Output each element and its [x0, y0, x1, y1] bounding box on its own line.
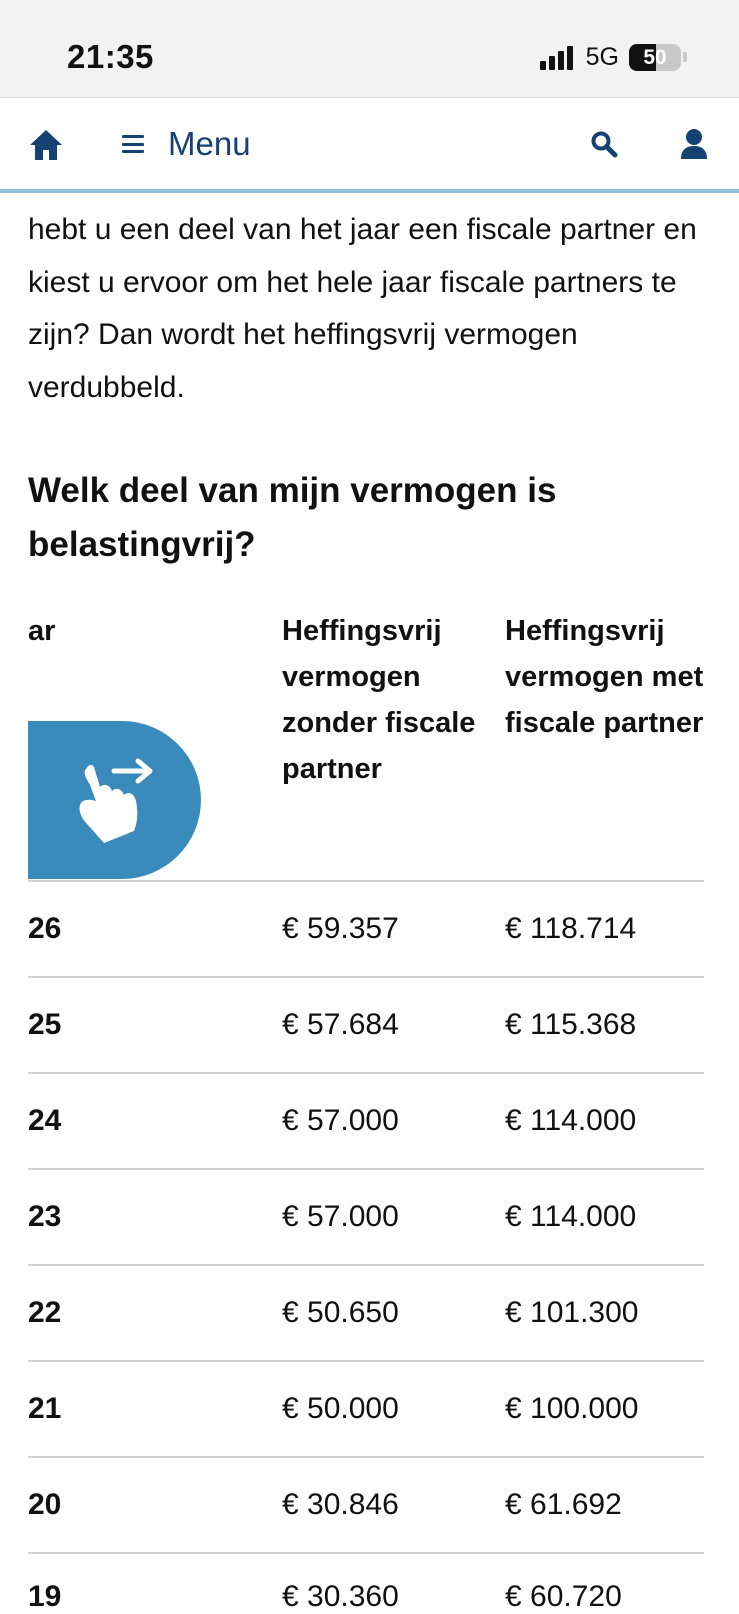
- column-header-without-partner: Heffingsvrij vermogen zonder fiscale par…: [282, 615, 476, 785]
- cell-without-partner: € 57.000: [282, 1200, 399, 1233]
- cell-without-partner: € 50.650: [282, 1296, 399, 1329]
- column-header-with-partner: Heffingsvrij vermogen met fiscale partne…: [505, 615, 704, 739]
- cell-year: 24: [28, 1104, 62, 1137]
- table-row: 21 € 50.000 € 100.000: [28, 1360, 704, 1456]
- cell-with-partner: € 60.720: [505, 1580, 622, 1613]
- intro-paragraph: hebt u een deel van het jaar een fiscale…: [28, 213, 697, 404]
- menu-button[interactable]: Menu: [122, 122, 251, 166]
- swipe-hand-icon: [79, 758, 153, 843]
- table-row: 19 € 30.360 € 60.720: [28, 1552, 704, 1613]
- table-row: 25 € 57.684 € 115.368: [28, 976, 704, 1072]
- search-icon[interactable]: [590, 130, 618, 158]
- network-type: 5G: [585, 42, 619, 71]
- cell-without-partner: € 30.846: [282, 1488, 399, 1521]
- home-icon[interactable]: [28, 128, 64, 162]
- user-icon[interactable]: [680, 128, 708, 160]
- cell-year: 20: [28, 1488, 62, 1521]
- menu-label: Menu: [168, 125, 251, 162]
- cell-year: 25: [28, 1008, 62, 1041]
- swipe-hint-button[interactable]: [28, 721, 201, 879]
- cell-with-partner: € 114.000: [505, 1104, 637, 1137]
- status-time: 21:35: [67, 38, 154, 75]
- signal-icon: [539, 44, 576, 70]
- allowance-table: 26 € 59.357 € 118.714 25 € 57.684 € 115.…: [28, 880, 704, 1552]
- cell-year: 23: [28, 1200, 62, 1233]
- cell-without-partner: € 59.357: [282, 912, 399, 945]
- table-row: 23 € 57.000 € 114.000: [28, 1168, 704, 1264]
- top-navigation: Menu: [0, 98, 739, 193]
- cell-year: 22: [28, 1296, 62, 1329]
- table-row: 26 € 59.357 € 118.714: [28, 880, 704, 976]
- cell-with-partner: € 114.000: [505, 1200, 637, 1233]
- cell-without-partner: € 30.360: [282, 1580, 399, 1613]
- cell-year: 26: [28, 912, 62, 945]
- status-indicators: 5G 50: [539, 40, 687, 74]
- cell-with-partner: € 101.300: [505, 1296, 639, 1329]
- cell-year: 21: [28, 1392, 62, 1425]
- cell-with-partner: € 118.714: [505, 912, 637, 945]
- battery-level: 50: [643, 45, 667, 69]
- cell-with-partner: € 100.000: [505, 1392, 639, 1425]
- cell-without-partner: € 57.684: [282, 1008, 399, 1041]
- cell-year: 19: [28, 1580, 62, 1613]
- menu-icon: [122, 135, 144, 153]
- cell-with-partner: € 115.368: [505, 1008, 637, 1041]
- table-row: 22 € 50.650 € 101.300: [28, 1264, 704, 1360]
- cell-with-partner: € 61.692: [505, 1488, 622, 1521]
- status-bar: 21:35 5G 50: [0, 0, 739, 98]
- column-header-year: ar: [28, 615, 56, 647]
- cell-without-partner: € 57.000: [282, 1104, 399, 1137]
- battery-icon: 50: [629, 43, 681, 71]
- cell-without-partner: € 50.000: [282, 1392, 399, 1425]
- table-row: 24 € 57.000 € 114.000: [28, 1072, 704, 1168]
- section-heading: Welk deel van mijn vermogen is belasting…: [28, 471, 557, 564]
- table-row: 20 € 30.846 € 61.692: [28, 1456, 704, 1552]
